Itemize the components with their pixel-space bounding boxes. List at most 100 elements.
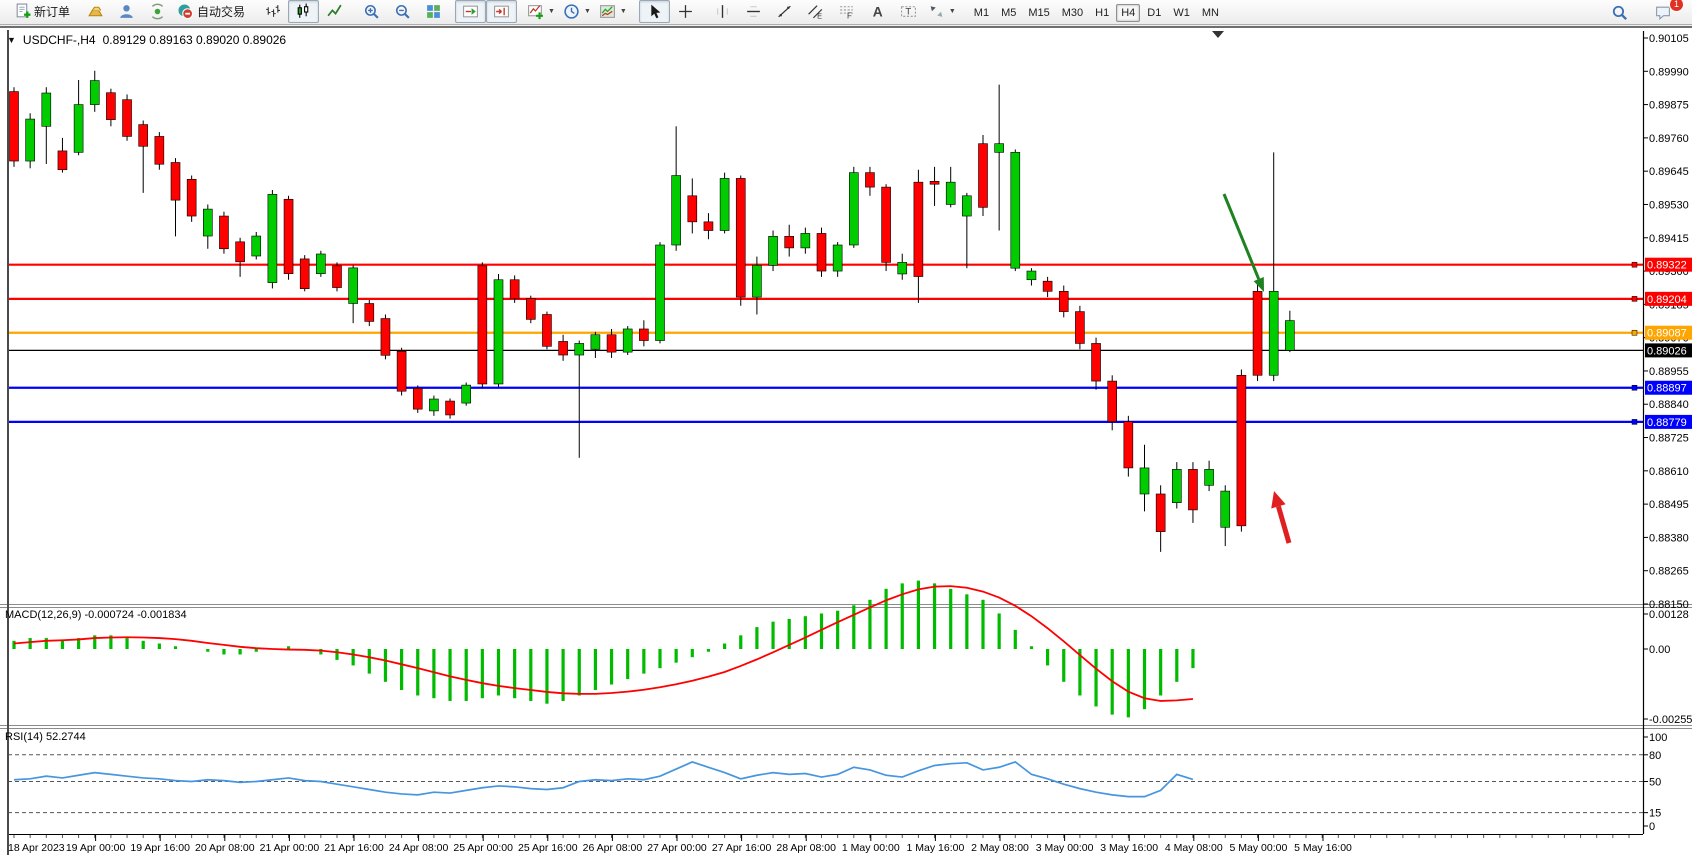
tile-windows-button[interactable] [418,0,449,23]
svg-text:F: F [847,11,852,20]
cursor-button[interactable] [639,0,670,23]
timeframe-m30-button[interactable]: M30 [1057,4,1088,22]
timeframe-d1-button[interactable]: D1 [1142,4,1166,22]
time-label: 25 Apr 16:00 [518,842,578,854]
cursor-icon [646,3,663,20]
candle-body [1253,291,1262,375]
timeframe-h4-button[interactable]: H4 [1116,4,1140,22]
time-label: 28 Apr 08:00 [776,842,836,854]
timeframe-h1-button[interactable]: H1 [1090,4,1114,22]
auto-trading-button[interactable]: 自动交易 [173,0,249,23]
candle-body [268,194,277,282]
candle-body [704,222,713,231]
zoom-in-icon [363,3,380,20]
trendline-button[interactable] [769,0,800,23]
time-label: 19 Apr 16:00 [130,842,190,854]
time-label: 5 May 16:00 [1294,842,1352,854]
candle-body [1108,381,1117,422]
hline-handle [1632,296,1637,301]
strategy-tester-button[interactable] [111,0,142,23]
auto-scroll-button[interactable] [455,0,486,23]
candle-body [639,329,648,341]
chevron-down-icon: ▼ [949,8,956,15]
candle-body [349,268,358,304]
price-tick-label: 0.89415 [1649,233,1689,245]
signals-button[interactable] [142,0,173,23]
templates-button[interactable]: ▼ [595,0,631,23]
candle-body [688,196,697,222]
price-badge-label: 0.89026 [1647,345,1687,357]
time-label: 1 May 16:00 [907,842,965,854]
timeframe-group: M1M5M15M30H1H4D1W1MN [968,3,1225,21]
text-button[interactable]: A [862,0,893,23]
candle-body [1075,312,1084,344]
line-chart-button[interactable] [319,0,350,23]
macd-tick-label: 0.00 [1649,644,1670,656]
horizontal-line-button[interactable] [738,0,769,23]
market-watch-button[interactable] [80,0,111,23]
hline-handle [1632,330,1637,335]
periods-button[interactable]: ▼ [559,0,595,23]
crosshair-button[interactable] [670,0,701,23]
one-click-trading-toggle[interactable]: ▼ [7,35,16,45]
candle-body [914,182,923,276]
new-order-button[interactable]: 新订单 [10,0,74,23]
time-label: 2 May 08:00 [971,842,1029,854]
chart-canvas[interactable]: 0.901050.899900.898750.897600.896450.895… [0,28,1692,855]
macd-tick-label: 0.00128 [1649,609,1689,621]
candle-body [898,262,907,274]
gold-icon [87,3,104,20]
candle-chart-button[interactable] [288,0,319,23]
crosshair-icon [677,3,694,20]
chart-shift-button[interactable] [486,0,517,23]
time-label: 3 May 00:00 [1036,842,1094,854]
candle-body [171,162,180,200]
candle-body [607,335,616,352]
vertical-line-button[interactable] [707,0,738,23]
timeframe-m15-button[interactable]: M15 [1023,4,1054,22]
price-tick-label: 0.88380 [1649,532,1689,544]
candle-body [833,245,842,271]
price-badge-label: 0.88897 [1647,383,1687,395]
arrows-button[interactable]: ▼ [924,0,960,23]
zoom-out-button[interactable] [387,0,418,23]
candle-body [979,144,988,208]
timeframe-m1-button[interactable]: M1 [969,4,994,22]
candle-body [219,216,228,249]
timeframe-m5-button[interactable]: M5 [996,4,1021,22]
bar-chart-icon [264,3,281,20]
candle-body [106,93,115,120]
templates-icon [599,3,616,20]
price-tick-label: 0.89990 [1649,66,1689,78]
candle-body [1043,281,1052,291]
zoom-in-button[interactable] [356,0,387,23]
search-icon[interactable] [1604,1,1635,24]
svg-text:T: T [905,6,911,17]
candle-body [510,280,519,299]
bar-chart-button[interactable] [257,0,288,23]
candle-body [1092,343,1101,381]
candle-body [429,399,438,411]
time-label: 20 Apr 08:00 [195,842,255,854]
time-label: 26 Apr 08:00 [583,842,643,854]
indicators-button[interactable]: ▼ [523,0,559,23]
rsi-tick-label: 15 [1649,808,1661,820]
time-label: 27 Apr 16:00 [712,842,772,854]
fibonacci-button[interactable]: F [831,0,862,23]
candle-body [591,335,600,349]
text-label-button[interactable]: T [893,0,924,23]
time-label: 3 May 16:00 [1100,842,1158,854]
timeframe-w1-button[interactable]: W1 [1168,4,1195,22]
candle-body [203,209,212,236]
candle-body [446,401,455,415]
notifications-icon[interactable]: 1 [1647,1,1678,24]
candle-body [300,259,309,289]
price-tick-label: 0.88840 [1649,399,1689,411]
vline-icon [714,3,731,20]
chart-window[interactable]: 0.901050.899900.898750.897600.896450.895… [0,26,1692,855]
timeframe-mn-button[interactable]: MN [1197,4,1224,22]
macd-tick-label: -0.002559 [1649,714,1692,726]
candle-body [1124,422,1133,468]
candle-body [252,236,261,256]
equidistant-channel-button[interactable]: E [800,0,831,23]
